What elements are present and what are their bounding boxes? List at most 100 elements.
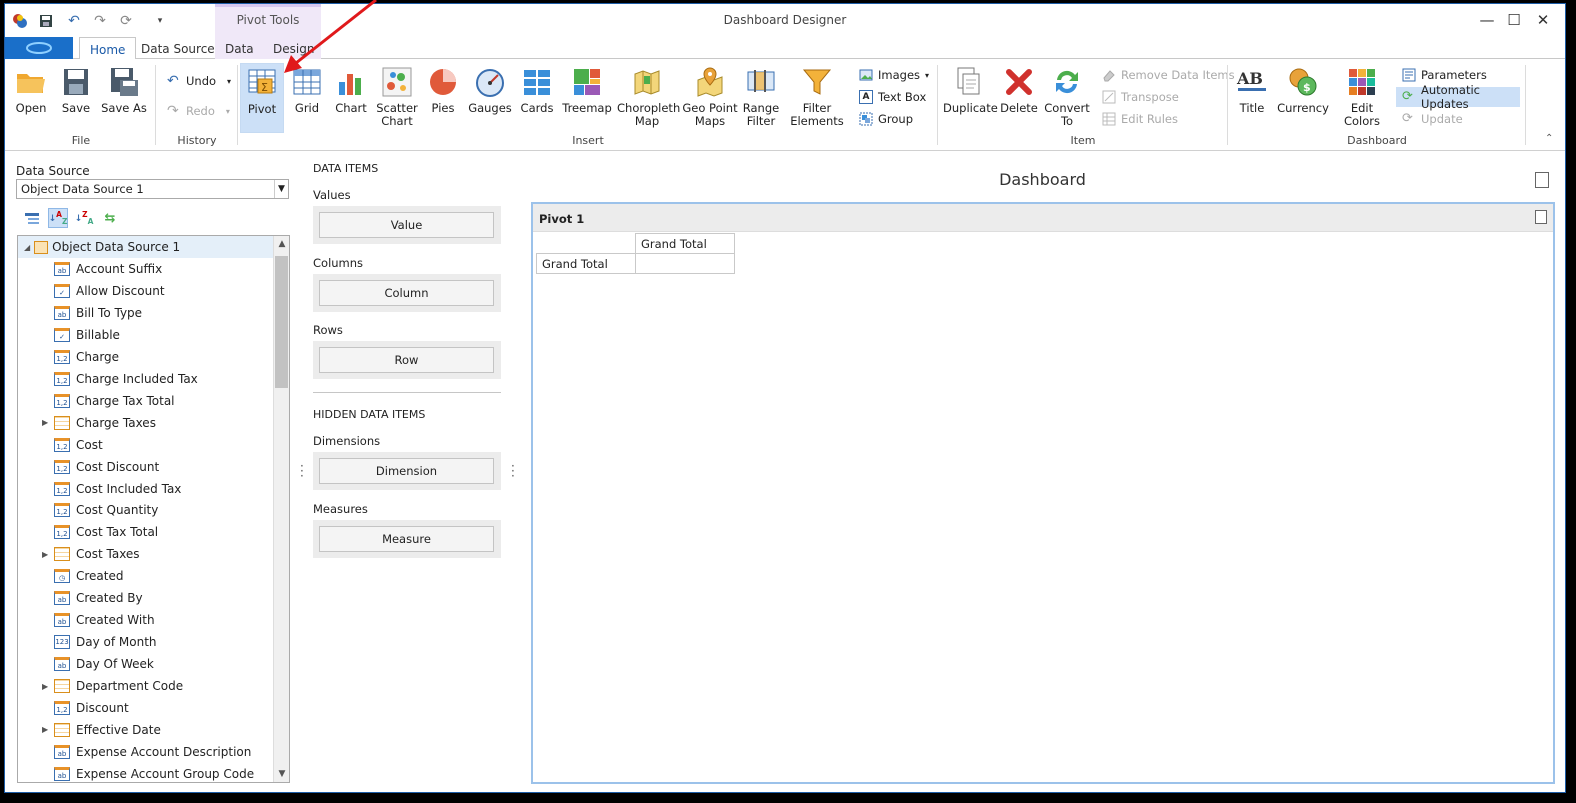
tree-vertical-scrollbar[interactable]: ▲ ▼ <box>273 236 289 782</box>
field-item[interactable]: 1,2 Cost Quantity <box>18 499 274 521</box>
field-item[interactable]: ▶ Effective Date <box>18 719 274 741</box>
images-button[interactable]: Images ▾ <box>855 65 933 85</box>
field-item[interactable]: ◷ Created <box>18 565 274 587</box>
edit-colors-button[interactable]: Edit Colors <box>1333 63 1391 133</box>
expand-icon[interactable]: ▶ <box>42 550 52 559</box>
transpose-button[interactable]: Transpose <box>1098 87 1183 107</box>
pivot-dashboard-item[interactable]: Pivot 1 Grand Total Grand Total <box>531 202 1555 784</box>
refresh-fields-icon[interactable]: ⇆ <box>100 208 120 228</box>
close-button[interactable]: ✕ <box>1533 11 1553 31</box>
choropleth-map-button[interactable]: Choropleth Map <box>617 63 680 133</box>
tab-data-source[interactable]: Data Source <box>131 37 225 60</box>
field-item[interactable]: 1,2 Cost Tax Total <box>18 521 274 543</box>
save-button[interactable]: Save <box>56 63 96 133</box>
tab-design[interactable]: Design <box>263 37 321 60</box>
field-item[interactable]: 1,2 Cost Included Tax <box>18 478 274 500</box>
redo-dropdown-icon: ▾ <box>225 106 230 116</box>
field-item[interactable]: ▶ Charge Taxes <box>18 412 274 434</box>
field-item[interactable]: 1,2 Cost <box>18 434 274 456</box>
field-item[interactable]: ab Created By <box>18 587 274 609</box>
redo-button[interactable]: ↷ Redo ▾ <box>163 101 234 121</box>
geo-point-maps-button[interactable]: Geo Point Maps <box>682 63 738 133</box>
scroll-down-icon[interactable]: ▼ <box>274 766 289 782</box>
pies-button[interactable]: Pies <box>424 63 462 133</box>
expand-icon[interactable]: ▶ <box>42 682 52 691</box>
field-item[interactable]: 1,2 Discount <box>18 697 274 719</box>
tab-data[interactable]: Data <box>215 37 263 60</box>
pivot-button[interactable]: Σ Pivot <box>240 63 284 133</box>
field-item[interactable]: ✓ Billable <box>18 324 274 346</box>
scroll-thumb[interactable] <box>275 256 288 388</box>
field-item[interactable]: 1,2 Cost Discount <box>18 456 274 478</box>
undo-button[interactable]: ↶ Undo ▾ <box>163 71 235 91</box>
values-drop-target[interactable]: Value <box>319 212 494 238</box>
field-item[interactable]: ▶ Department Code <box>18 675 274 697</box>
field-item[interactable]: ab Account Suffix <box>18 258 274 280</box>
minimize-button[interactable]: — <box>1477 11 1497 31</box>
dimensions-well[interactable]: Dimension <box>313 452 501 490</box>
field-item[interactable]: ab Created With <box>18 609 274 631</box>
gauges-button[interactable]: Gauges <box>467 63 513 133</box>
data-source-combo[interactable]: Object Data Source 1 ▼ <box>16 179 289 199</box>
pivot-export-icon[interactable] <box>1535 210 1547 224</box>
columns-well[interactable]: Column <box>313 274 501 312</box>
field-item[interactable]: 1,2 Charge Tax Total <box>18 390 274 412</box>
field-item[interactable]: ab Expense Account Group Code <box>18 763 274 782</box>
pivot-row-grand-total[interactable]: Grand Total <box>536 253 636 274</box>
filter-elements-button[interactable]: Filter Elements <box>787 63 847 133</box>
cards-button[interactable]: Cards <box>517 63 557 133</box>
application-menu-button[interactable] <box>5 37 73 59</box>
pivot-column-grand-total[interactable]: Grand Total <box>635 233 735 254</box>
range-filter-button[interactable]: Range Filter <box>741 63 781 133</box>
field-item[interactable]: ✓ Allow Discount <box>18 280 274 302</box>
rows-well[interactable]: Row <box>313 341 501 379</box>
group-by-type-icon[interactable] <box>22 208 42 228</box>
scroll-up-icon[interactable]: ▲ <box>274 236 289 252</box>
rows-drop-target[interactable]: Row <box>319 347 494 373</box>
tree-root-node[interactable]: ◢ Object Data Source 1 <box>18 236 274 258</box>
currency-button[interactable]: $ Currency <box>1277 63 1329 133</box>
automatic-updates-toggle[interactable]: ⟳ Automatic Updates <box>1396 83 1520 111</box>
measures-well[interactable]: Measure <box>313 520 501 558</box>
scatter-chart-button[interactable]: Scatter Chart <box>375 63 419 133</box>
columns-drop-target[interactable]: Column <box>319 280 494 306</box>
grid-button[interactable]: Grid <box>287 63 327 133</box>
delete-button[interactable]: Delete <box>999 63 1039 133</box>
treemap-button[interactable]: Treemap <box>562 63 612 133</box>
expand-icon[interactable]: ▶ <box>42 725 52 734</box>
remove-data-items-button[interactable]: Remove Data Items <box>1098 65 1239 85</box>
parameters-button[interactable]: Parameters <box>1398 65 1491 85</box>
sort-descending-icon[interactable]: ↓ZA <box>74 208 94 228</box>
field-item[interactable]: ab Bill To Type <box>18 302 274 324</box>
sort-ascending-icon[interactable]: ↓AZ <box>48 208 68 228</box>
field-item[interactable]: ab Day Of Week <box>18 653 274 675</box>
open-button[interactable]: Open <box>11 63 51 133</box>
chart-button[interactable]: Chart <box>331 63 371 133</box>
update-button[interactable]: ⟳ Update <box>1398 109 1467 129</box>
right-splitter-handle[interactable]: · · · <box>511 460 515 482</box>
convert-to-button[interactable]: Convert To <box>1044 63 1090 133</box>
save-as-button[interactable]: Save As <box>101 63 147 133</box>
dashboard-export-icon[interactable] <box>1535 172 1549 188</box>
field-item[interactable]: 1,2 Charge Included Tax <box>18 368 274 390</box>
tab-home[interactable]: Home <box>79 37 137 60</box>
text-box-button[interactable]: A Text Box <box>855 87 930 107</box>
field-label: Discount <box>76 701 129 715</box>
left-splitter-handle[interactable]: · · · <box>300 460 304 482</box>
title-button[interactable]: AB Title <box>1233 63 1271 133</box>
field-item[interactable]: ▶ Cost Taxes <box>18 543 274 565</box>
field-item[interactable]: 1,2 Charge <box>18 346 274 368</box>
duplicate-button[interactable]: Duplicate <box>943 63 998 133</box>
edit-rules-button[interactable]: Edit Rules <box>1098 109 1182 129</box>
values-well[interactable]: Value <box>313 206 501 244</box>
measures-drop-target[interactable]: Measure <box>319 526 494 552</box>
dimensions-drop-target[interactable]: Dimension <box>319 458 494 484</box>
collapse-icon[interactable]: ◢ <box>24 243 30 252</box>
group-button[interactable]: Group <box>855 109 917 129</box>
field-item[interactable]: 123 Day of Month <box>18 631 274 653</box>
expand-icon[interactable]: ▶ <box>42 418 52 427</box>
parameters-label: Parameters <box>1421 68 1487 82</box>
collapse-ribbon-icon[interactable]: ⌃ <box>1545 133 1553 144</box>
field-item[interactable]: ab Expense Account Description <box>18 741 274 763</box>
maximize-button[interactable]: ☐ <box>1504 11 1524 31</box>
